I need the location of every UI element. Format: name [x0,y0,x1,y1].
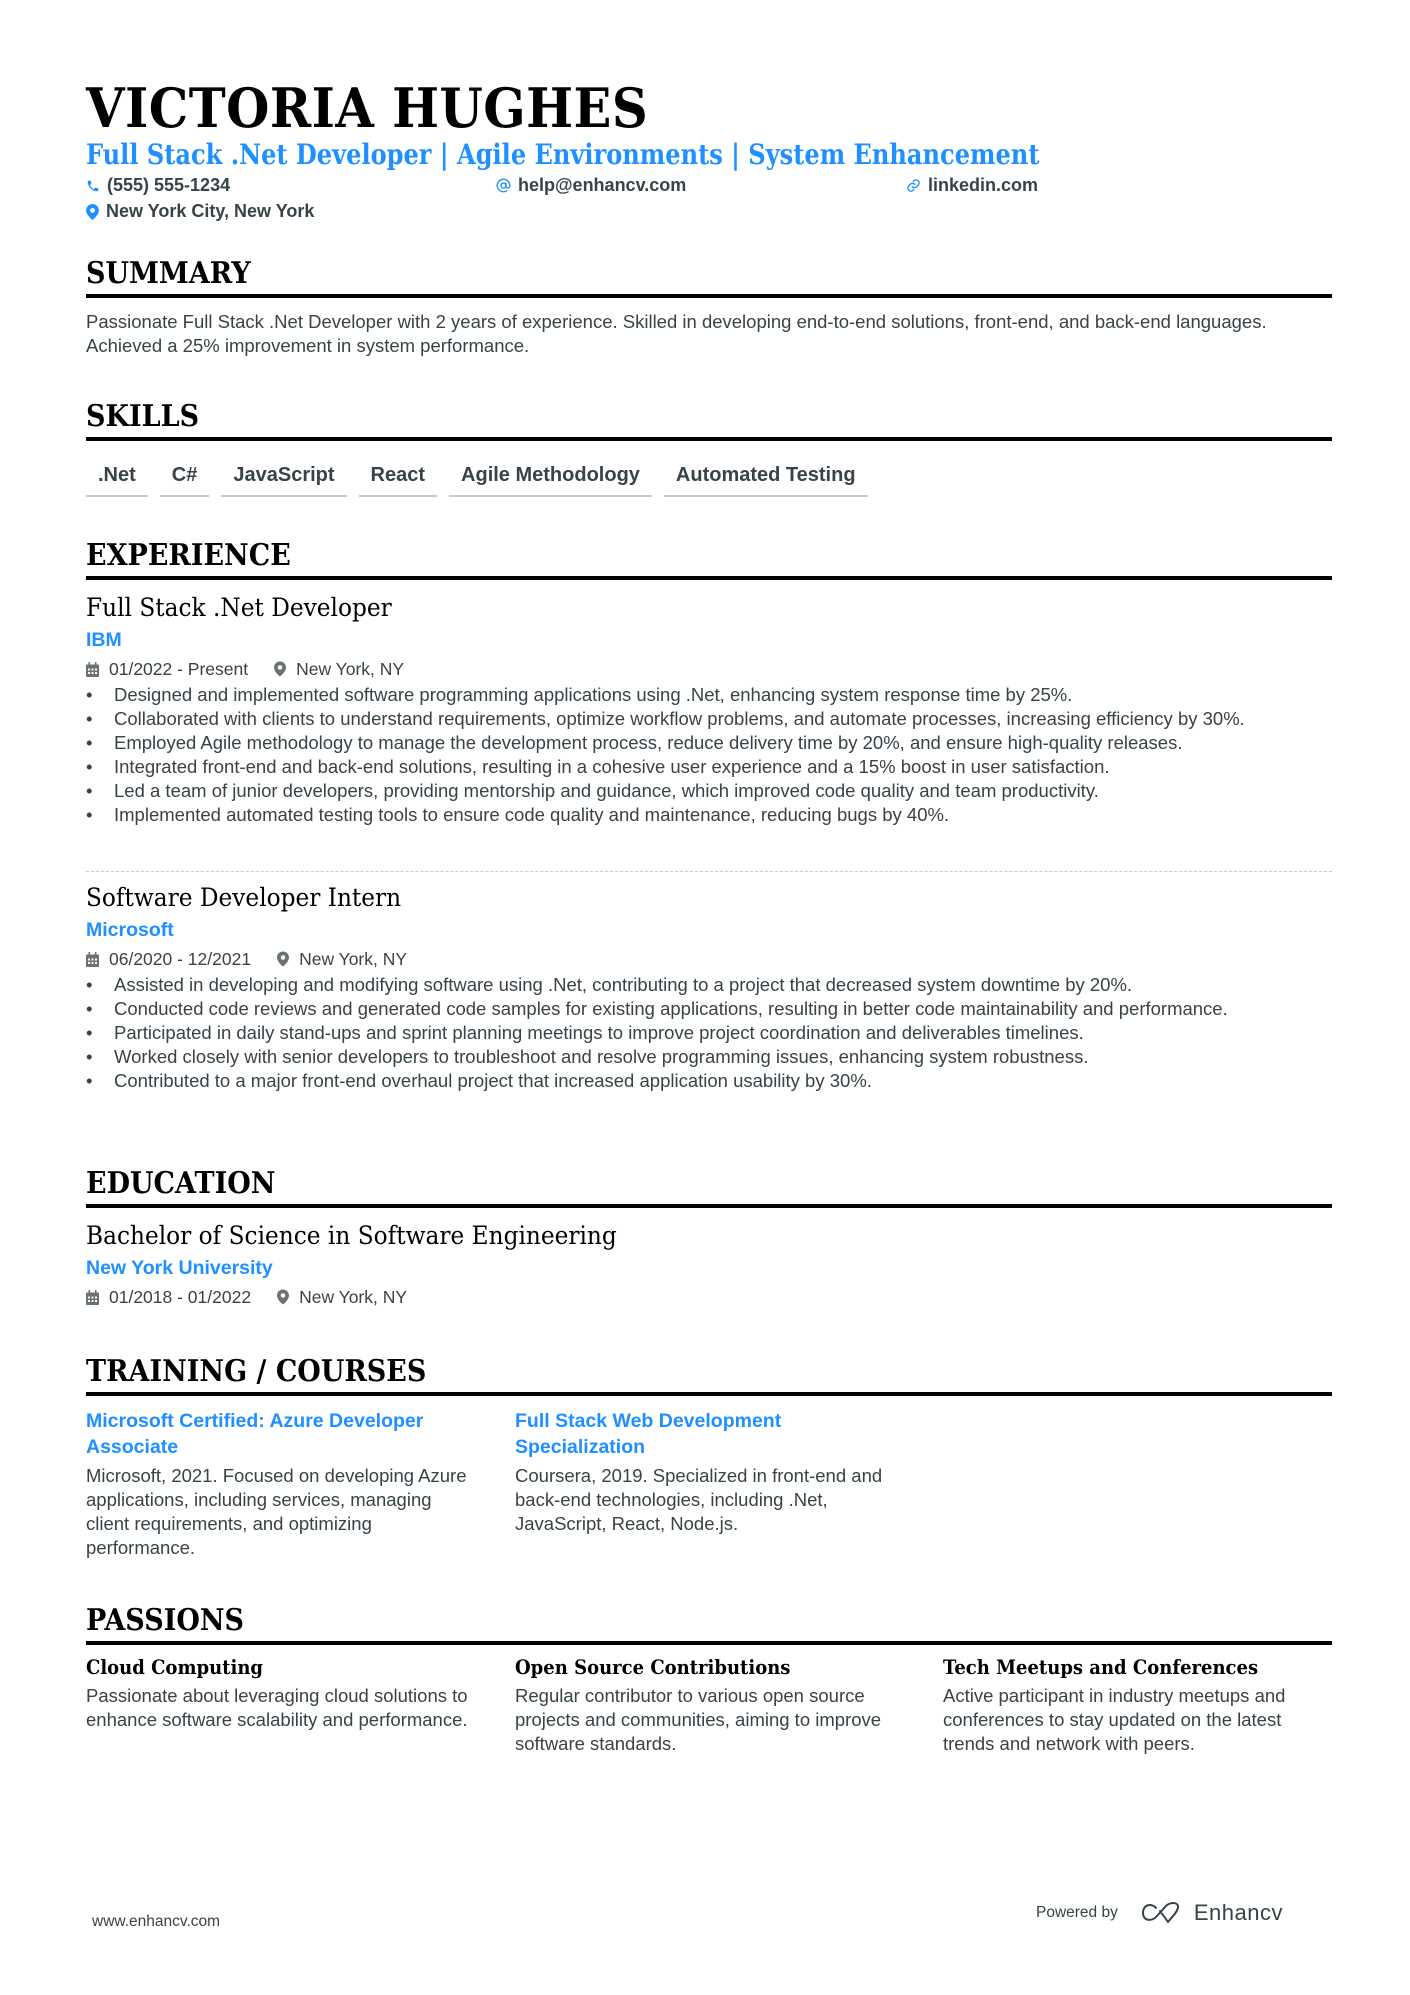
degree-title: Bachelor of Science in Software Engineer… [86,1221,617,1250]
company-name: Microsoft [86,919,174,941]
experience-heading: EXPERIENCE [86,537,1332,580]
bullet-item: Contributed to a major front-end overhau… [86,1069,1332,1093]
candidate-name: VICTORIA HUGHES [86,76,649,140]
map-pin-icon [277,1289,290,1305]
entry-divider [86,871,1332,872]
enhancv-brand: Enhancv [1193,1900,1283,1925]
job-dates: 06/2020 - 12/2021 [86,948,251,970]
passions-heading: PASSIONS [86,1602,1332,1645]
passion-entry: Cloud Computing Passionate about leverag… [86,1654,476,1732]
course-description: Coursera, 2019. Specialized in front-end… [515,1465,883,1534]
job-location: New York, NY [277,948,407,970]
skill-tag: .Net [86,462,148,497]
education-dates: 01/2018 - 01/2022 [86,1286,251,1308]
skill-tag: Automated Testing [663,462,868,497]
passion-title: Open Source Contributions [515,1655,791,1679]
skills-list: .Net C# JavaScript React Agile Methodolo… [86,462,868,497]
course-entry: Microsoft Certified: Azure Developer Ass… [86,1408,476,1560]
phone-icon [87,180,99,191]
contact-location: New York City, New York [86,201,314,222]
powered-by-label: Powered by [1036,1904,1118,1921]
summary-text: Passionate Full Stack .Net Developer wit… [86,311,1267,356]
education-meta: 01/2018 - 01/2022 New York, NY [86,1286,1332,1308]
skill-tag: JavaScript [221,462,347,497]
calendar-icon [86,951,99,967]
course-title: Microsoft Certified: Azure Developer Ass… [86,1410,424,1458]
passion-description: Regular contributor to various open sour… [515,1685,882,1754]
job-bullets: Assisted in developing and modifying sof… [86,973,1332,1093]
bullet-item: Collaborated with clients to understand … [86,707,1332,731]
candidate-title: Full Stack .Net Developer | Agile Enviro… [86,138,1040,171]
skills-heading: SKILLS [86,398,1332,441]
bullet-item: Implemented automated testing tools to e… [86,803,1332,827]
passion-title: Tech Meetups and Conferences [943,1655,1259,1679]
email-text[interactable]: help@enhancv.com [518,175,686,196]
contact-email[interactable]: help@enhancv.com [496,175,686,196]
job-title: Full Stack .Net Developer [86,593,392,622]
school-name: New York University [86,1257,273,1279]
passion-description: Active participant in industry meetups a… [943,1685,1286,1754]
calendar-icon [86,1289,99,1305]
footer-branding[interactable]: Powered by Enhancv [1036,1900,1283,1926]
link-icon [907,179,920,192]
education-heading: EDUCATION [86,1165,1332,1208]
at-icon [496,178,511,193]
job-title: Software Developer Intern [86,883,402,912]
skill-tag: React [358,462,438,497]
bullet-item: Integrated front-end and back-end soluti… [86,755,1332,779]
course-entry: Full Stack Web Development Specializatio… [515,1408,905,1536]
training-heading: TRAINING / COURSES [86,1353,1332,1396]
map-pin-icon [86,203,99,220]
job-meta: 01/2022 - Present New York, NY [86,658,1332,680]
map-pin-icon [274,661,287,677]
calendar-icon [86,661,99,677]
bullet-item: Participated in daily stand-ups and spri… [86,1021,1332,1045]
passion-description: Passionate about leveraging cloud soluti… [86,1685,468,1730]
job-location: New York, NY [274,658,404,680]
passion-title: Cloud Computing [86,1655,263,1679]
map-pin-icon [277,951,290,967]
passion-entry: Tech Meetups and Conferences Active part… [943,1654,1333,1756]
job-entry: Full Stack .Net Developer IBM 01/2022 - … [86,591,1332,827]
phone-text: (555) 555-1234 [107,175,231,195]
location-text: New York City, New York [106,201,315,221]
bullet-item: Conducted code reviews and generated cod… [86,997,1332,1021]
enhancv-logo-icon [1141,1902,1179,1923]
job-meta: 06/2020 - 12/2021 New York, NY [86,948,1332,970]
job-dates: 01/2022 - Present [86,658,248,680]
skill-tag: C# [159,462,210,497]
job-bullets: Designed and implemented software progra… [86,683,1332,827]
bullet-item: Assisted in developing and modifying sof… [86,973,1332,997]
bullet-item: Worked closely with senior developers to… [86,1045,1332,1069]
footer-website[interactable]: www.enhancv.com [92,1913,220,1931]
link-text[interactable]: linkedin.com [928,175,1038,196]
passion-entry: Open Source Contributions Regular contri… [515,1654,905,1756]
bullet-item: Employed Agile methodology to manage the… [86,731,1332,755]
company-name: IBM [86,629,122,651]
education-location: New York, NY [277,1286,407,1308]
contact-phone: (555) 555-1234 [86,175,230,196]
job-entry: Software Developer Intern Microsoft 06/2… [86,881,1332,1093]
skill-tag: Agile Methodology [449,462,652,497]
education-entry: Bachelor of Science in Software Engineer… [86,1219,1332,1308]
contact-link[interactable]: linkedin.com [906,175,1038,196]
summary-heading: SUMMARY [86,255,1332,298]
bullet-item: Designed and implemented software progra… [86,683,1332,707]
bullet-item: Led a team of junior developers, providi… [86,779,1332,803]
course-description: Microsoft, 2021. Focused on developing A… [86,1465,467,1558]
course-title: Full Stack Web Development Specializatio… [515,1410,782,1458]
